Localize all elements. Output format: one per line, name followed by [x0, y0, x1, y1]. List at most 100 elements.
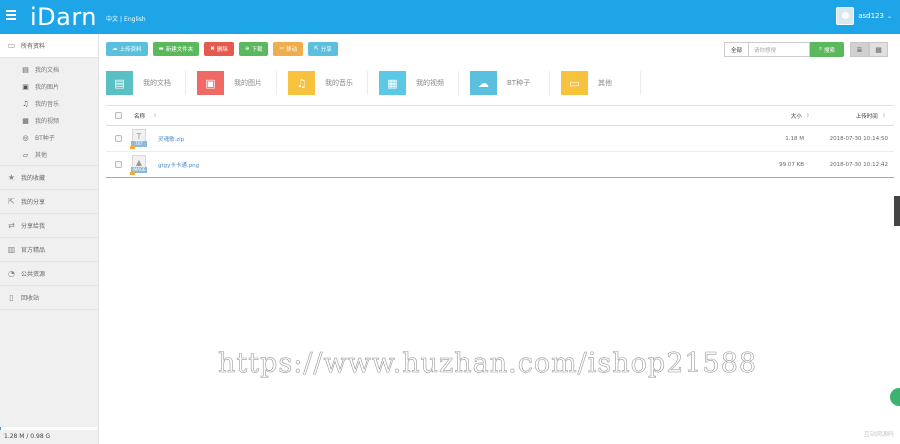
delete-button[interactable]: ✖ 删除 [204, 42, 234, 56]
folder-icon: ▬ [158, 46, 164, 52]
upload-button[interactable]: ☁ 上传资料 [106, 42, 148, 56]
lang-en-link[interactable]: English [124, 16, 146, 23]
sort-icon: ⇕ [881, 112, 886, 119]
share-button[interactable]: ⇱ 分享 [308, 42, 338, 56]
sidebar-subitem-videos[interactable]: ▦ 我的视频 [0, 112, 98, 129]
txt-file-icon: T TXT [130, 129, 150, 149]
sidebar-subitem-torrents[interactable]: ◎ BT种子 [0, 129, 98, 146]
file-date: 2018-07-30 10:12:42 [829, 161, 888, 168]
move-button[interactable]: ✂ 移动 [273, 42, 304, 56]
table-row[interactable]: ▲ IMAGE gtgy卡卡通.png 99.07 KB 2018-07-30 1… [106, 152, 894, 178]
search-button-label: 搜索 [824, 47, 836, 54]
download-button[interactable]: ⊕ 下载 [238, 42, 269, 56]
sidebar-item-shared-with-me[interactable]: ⇄ 分享给我 [0, 214, 98, 238]
menu-icon[interactable] [6, 10, 16, 20]
category-label: BT种子 [507, 79, 531, 87]
download-button-label: 下载 [251, 47, 263, 53]
category-label: 其他 [598, 79, 612, 87]
category-music[interactable]: ♫ 我的音乐 [288, 71, 368, 95]
video-icon: ▦ [22, 116, 29, 125]
sidebar-subitem-other[interactable]: ▱ 其他 [0, 146, 98, 163]
gift-icon: ▥ [7, 245, 16, 254]
file-icon-marker [130, 172, 135, 175]
sidebar-item-public[interactable]: ◔ 公共资源 [0, 262, 98, 286]
row-checkbox[interactable] [115, 161, 122, 168]
category-images[interactable]: ▣ 我的图片 [197, 71, 277, 95]
category-label: 我的文档 [143, 79, 171, 87]
file-name-link[interactable]: gtgy卡卡通.png [158, 152, 199, 177]
category-label: 我的音乐 [325, 79, 353, 87]
sidebar-subitem-music[interactable]: ♫ 我的音乐 [0, 95, 98, 112]
sidebar-item-official[interactable]: ▥ 官方精品 [0, 238, 98, 262]
floating-chat-button[interactable] [890, 388, 900, 406]
app-logo[interactable]: iDarn [30, 1, 97, 33]
sidebar-item-label: 分享给我 [21, 223, 46, 230]
search-button[interactable]: ⌕ 搜索 [810, 42, 844, 57]
cloud-upload-icon: ☁ [112, 46, 118, 52]
side-panel-handle[interactable] [894, 196, 900, 226]
column-header-date[interactable]: 上传时间 ⇕ [856, 106, 886, 125]
document-icon: ▤ [106, 71, 133, 95]
star-icon: ★ [7, 173, 16, 182]
sidebar-subitem-images[interactable]: ▣ 我的图片 [0, 78, 98, 95]
column-header-label: 上传时间 [855, 113, 878, 120]
sidebar-item-label: 所有资料 [21, 43, 46, 50]
column-header-size[interactable]: 大小 ⇕ [791, 106, 810, 125]
new-folder-button-label: 新建文件夹 [165, 47, 194, 53]
avatar[interactable] [836, 7, 855, 25]
action-toolbar: ☁ 上传资料 ▬ 新建文件夹 ✖ 删除 ⊕ 下载 ✂ 移动 ⇱ 分享 [106, 42, 338, 56]
image-icon: ▣ [197, 71, 224, 95]
category-label: 我的图片 [234, 79, 262, 87]
storage-progress [0, 427, 97, 430]
new-folder-button[interactable]: ▬ 新建文件夹 [152, 42, 200, 56]
grid-view-button[interactable]: ▦ [869, 42, 888, 57]
lang-zh-link[interactable]: 中文 [106, 16, 118, 23]
search-input[interactable]: 请你想搜 [748, 42, 810, 57]
column-header-name[interactable]: 名称 ⇕ [134, 106, 157, 125]
file-icon-marker [130, 146, 135, 149]
transfer-icon: ⇄ [8, 221, 15, 230]
sidebar-item-label: 公共资源 [21, 271, 46, 278]
search-bar: 全部 请你想搜 ⌕ 搜索 [724, 42, 844, 57]
category-other[interactable]: ▭ 其他 [561, 71, 641, 95]
storage-progress-fill [0, 427, 2, 430]
file-name-link[interactable]: 灵魂歌.zip [158, 126, 184, 151]
table-header: 名称 ⇕ 大小 ⇕ 上传时间 ⇕ [106, 105, 894, 126]
sidebar-item-my-shares[interactable]: ⇱ 我的分享 [0, 190, 98, 214]
shuffle-icon: ✂ [279, 46, 285, 52]
table-row[interactable]: T TXT 灵魂歌.zip 1.18 M 2018-07-30 10:14:50 [106, 126, 894, 152]
rss-icon: ◔ [8, 269, 15, 278]
close-icon: ✖ [210, 46, 215, 52]
sidebar-item-trash[interactable]: ▯ 回收站 [0, 286, 98, 310]
sidebar-subitem-documents[interactable]: ▤ 我的文档 [0, 61, 98, 78]
select-all-checkbox[interactable] [115, 112, 122, 119]
sidebar-subitem-label: BT种子 [35, 135, 55, 142]
sidebar-item-favorites[interactable]: ★ 我的收藏 [0, 166, 98, 190]
sidebar-item-all-files[interactable]: ▭ 所有资料 [0, 34, 98, 58]
image-icon: ▣ [22, 82, 29, 91]
share-icon: ⇱ [8, 197, 15, 206]
category-torrents[interactable]: ☁ BT种子 [470, 71, 550, 95]
video-icon: ▦ [379, 71, 406, 95]
user-menu[interactable]: asd123 ⌄ [836, 6, 892, 26]
folder-icon: ▭ [7, 41, 16, 50]
column-header-label: 大小 [790, 113, 802, 120]
search-scope-select[interactable]: 全部 [724, 42, 748, 57]
image-file-icon: ▲ IMAGE [130, 155, 150, 175]
column-header-label: 名称 [134, 113, 146, 120]
view-toggle: ≣ ▦ [850, 42, 888, 57]
username[interactable]: asd123 [858, 12, 884, 20]
sidebar-item-label: 官方精品 [21, 247, 46, 254]
music-icon: ♫ [22, 99, 29, 108]
chevron-down-icon[interactable]: ⌄ [887, 13, 892, 20]
delete-button-label: 删除 [216, 47, 228, 53]
watermark-text: https://www.huzhan.com/ishop21588 [218, 348, 758, 380]
row-checkbox[interactable] [115, 135, 122, 142]
category-videos[interactable]: ▦ 我的视频 [379, 71, 459, 95]
trash-icon: ▯ [9, 293, 14, 302]
document-icon: ▤ [22, 65, 29, 74]
search-icon: ⌕ [818, 46, 823, 52]
list-view-button[interactable]: ≣ [850, 42, 869, 57]
category-documents[interactable]: ▤ 我的文档 [106, 71, 186, 95]
cloud-download-icon: ☁ [470, 71, 497, 95]
